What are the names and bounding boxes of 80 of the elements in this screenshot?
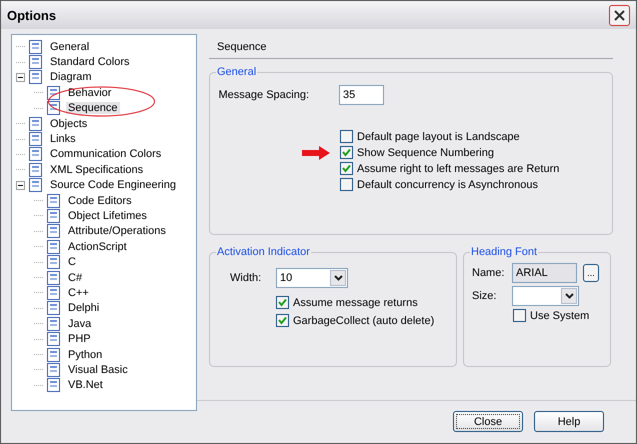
document-icon [46, 286, 62, 300]
field-label: Name: [472, 267, 506, 279]
checkbox[interactable] [340, 162, 353, 175]
tree-item[interactable]: General [48, 40, 92, 53]
checkbox-label: Assume message returns [293, 296, 418, 308]
tree-item[interactable]: XML Specifications [48, 164, 146, 176]
document-icon [46, 332, 62, 346]
document-icon [28, 162, 44, 177]
tree-item[interactable]: Links [48, 133, 78, 146]
width-dropdown[interactable]: 10 [276, 268, 348, 288]
document-icon [46, 362, 62, 377]
field-label: Message Spacing: [218, 89, 309, 101]
arrow-icon [302, 146, 330, 160]
window-title: Options [7, 8, 56, 22]
tree-item[interactable]: Delphi [66, 302, 102, 314]
tree-item[interactable]: Source Code Engineering [48, 179, 178, 192]
tree-item[interactable]: Standard Colors [48, 56, 132, 68]
field-label: Size: [472, 290, 498, 302]
tree-item[interactable]: Communication Colors [48, 148, 164, 160]
chevron-down-icon [564, 293, 574, 299]
document-icon [46, 316, 62, 331]
checkbox[interactable] [340, 178, 353, 191]
expand-toggle[interactable] [16, 72, 25, 82]
document-icon [28, 40, 44, 54]
checkbox[interactable] [276, 314, 289, 327]
checkbox-label: Default concurrency is Asynchronous [357, 178, 538, 190]
document-icon [28, 55, 44, 70]
document-icon [46, 255, 62, 270]
browse-button[interactable]: ... [583, 264, 599, 282]
tree-item[interactable]: VB.Net [66, 379, 105, 392]
tree-item[interactable]: ActionScript [66, 240, 129, 253]
document-icon [46, 101, 62, 116]
document-icon [46, 224, 62, 238]
checkbox-label: Use System [530, 310, 590, 322]
document-icon [46, 208, 62, 223]
tree-item[interactable]: Java [66, 318, 94, 330]
document-icon [46, 378, 62, 392]
tree-item[interactable]: Objects [48, 118, 90, 130]
tree-item[interactable]: C# [66, 272, 84, 284]
input-field[interactable]: 35 [339, 85, 384, 105]
document-icon [46, 240, 62, 254]
tree-item[interactable]: Code Editors [66, 194, 134, 207]
close-icon [614, 10, 625, 20]
tree-item[interactable]: Object Lifetimes [66, 210, 149, 222]
close-button[interactable] [609, 4, 630, 26]
chevron-down-icon [334, 275, 342, 281]
document-icon [46, 194, 62, 208]
dialog-button[interactable]: Help [534, 411, 604, 432]
checkbox[interactable] [513, 309, 526, 322]
document-icon [28, 132, 44, 146]
document-icon [46, 348, 62, 362]
tree-item[interactable]: Sequence [66, 102, 120, 114]
tree-item[interactable]: Python [66, 348, 104, 360]
document-icon [46, 86, 62, 100]
expand-toggle[interactable] [16, 180, 25, 190]
field-label: Width: [230, 272, 262, 284]
checkbox[interactable] [340, 146, 353, 159]
dialog-button[interactable]: Close [453, 411, 523, 432]
document-icon [46, 270, 62, 285]
group-title: Heading Font [470, 246, 538, 259]
tree-item[interactable]: Behavior [66, 86, 114, 99]
checkbox-label: Default page layout is Landscape [357, 130, 520, 142]
input-field[interactable]: ARIAL [512, 263, 577, 283]
document-icon [46, 301, 62, 316]
checkbox[interactable] [340, 130, 353, 143]
tree-item[interactable]: C [66, 256, 78, 268]
document-icon [28, 147, 44, 162]
tree-item[interactable]: PHP [66, 333, 93, 346]
checkbox[interactable] [276, 296, 289, 309]
checkbox-label: Assume right to left messages are Return [357, 162, 560, 174]
checkbox-label: GarbageCollect (auto delete) [293, 314, 434, 326]
tree-item[interactable]: C++ [66, 286, 91, 299]
checkbox-label: Show Sequence Numbering [357, 146, 494, 158]
document-icon [28, 178, 44, 192]
page-title: Sequence [209, 34, 613, 59]
document-icon [28, 70, 44, 84]
tree-item[interactable]: Visual Basic [66, 364, 130, 376]
document-icon [28, 116, 44, 131]
tree-item[interactable]: Attribute/Operations [66, 225, 168, 238]
tree-item[interactable]: Diagram [48, 71, 94, 84]
